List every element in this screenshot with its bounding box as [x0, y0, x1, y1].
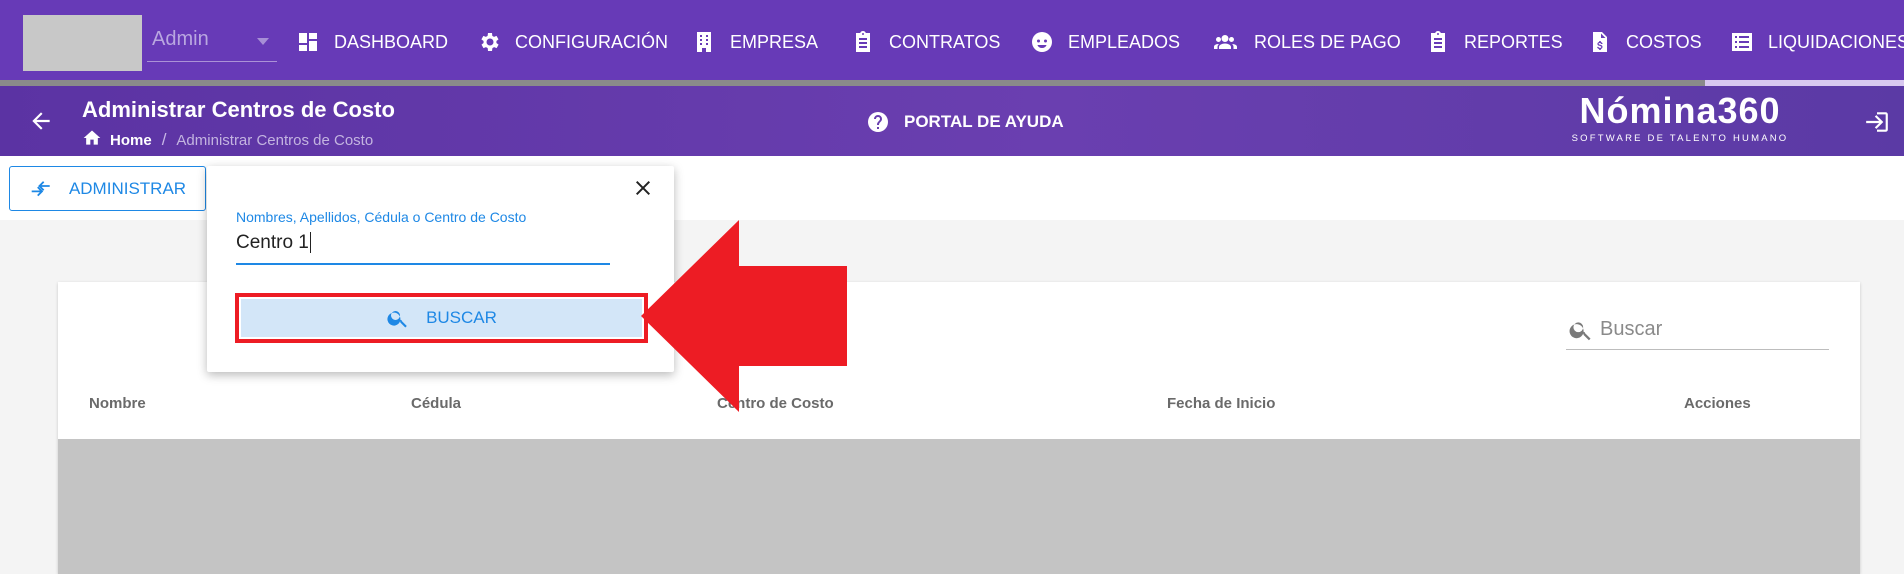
logout-button[interactable] [1864, 109, 1890, 140]
caret-down-icon [257, 38, 269, 45]
user-select[interactable]: Admin [147, 22, 277, 62]
nav-liquidaciones-label: LIQUIDACIONES [1768, 31, 1904, 52]
clipboard-icon [1431, 31, 1445, 52]
brand-logo: Nómina360 SOFTWARE DE TALENTO HUMANO [1565, 90, 1795, 145]
nav-empleados[interactable]: EMPLEADOS [1030, 26, 1180, 58]
breadcrumb-separator: / [161, 130, 167, 149]
search-field-input[interactable]: Centro 1 [236, 232, 311, 254]
home-icon[interactable] [82, 128, 102, 152]
nav-dashboard[interactable]: DASHBOARD [296, 26, 448, 58]
back-button[interactable] [28, 108, 54, 134]
logout-icon [1866, 112, 1888, 132]
nav-dashboard-label: DASHBOARD [334, 31, 449, 52]
brand-name: Nómina360 [1579, 90, 1781, 131]
search-field-value: Centro 1 [236, 232, 309, 253]
nav-configuracion-label: CONFIGURACIÓN [515, 31, 668, 52]
close-icon [636, 181, 650, 195]
nav-costos[interactable]: COSTOS [1588, 26, 1702, 58]
swap-arrows-icon [31, 180, 50, 196]
nav-empleados-label: EMPLEADOS [1068, 31, 1181, 52]
invoice-icon [1593, 32, 1607, 52]
help-portal-label: PORTAL DE AYUDA [904, 112, 1064, 131]
close-popover-button[interactable] [631, 176, 655, 200]
top-navbar: Admin DASHBOARD CONFIGURACIÓN EMPRESA CO… [0, 0, 1904, 86]
buscar-button[interactable]: BUSCAR [241, 299, 642, 337]
help-portal-link[interactable]: PORTAL DE AYUDA [866, 110, 1064, 134]
nav-roles-de-pago-label: ROLES DE PAGO [1254, 31, 1401, 52]
nav-reportes[interactable]: REPORTES [1426, 26, 1563, 58]
gear-icon [481, 33, 499, 51]
list-icon [1732, 33, 1752, 51]
administrar-label: ADMINISTRAR [68, 178, 187, 198]
breadcrumb-home[interactable]: Home [110, 132, 152, 149]
nav-empresa-label: EMPRESA [730, 31, 819, 52]
table-search-placeholder: Buscar [1600, 318, 1663, 340]
column-header-cedula[interactable]: Cédula [411, 395, 461, 412]
arrow-left-icon [32, 112, 50, 130]
text-cursor [309, 232, 311, 254]
column-header-nombre[interactable]: Nombre [89, 395, 146, 412]
brand-tagline: SOFTWARE DE TALENTO HUMANO [1571, 133, 1789, 144]
search-icon [1569, 321, 1591, 340]
buscar-label: BUSCAR [426, 308, 497, 327]
search-field-underline [236, 263, 610, 265]
dashboard-icon [299, 33, 317, 51]
face-icon [1032, 32, 1052, 52]
user-select-value: Admin [152, 28, 209, 50]
search-field-label: Nombres, Apellidos, Cédula o Centro de C… [236, 209, 527, 225]
nav-costos-label: COSTOS [1626, 31, 1702, 52]
search-icon [387, 311, 407, 328]
breadcrumb: Home / Administrar Centros de Costo [82, 128, 373, 152]
nav-contratos-label: CONTRATOS [889, 31, 1001, 52]
page-title: Administrar Centros de Costo [82, 97, 395, 122]
table-body [58, 439, 1860, 574]
red-arrow-annotation [641, 220, 847, 412]
company-logo [23, 15, 142, 71]
nav-contratos[interactable]: CONTRATOS [851, 26, 1000, 58]
nav-liquidaciones[interactable]: LIQUIDACIONES [1730, 26, 1904, 58]
help-icon [868, 112, 888, 132]
breadcrumb-current: Administrar Centros de Costo [176, 131, 374, 149]
administrar-button[interactable]: ADMINISTRAR [9, 166, 206, 211]
clipboard-icon [856, 31, 870, 52]
nav-roles-de-pago[interactable]: ROLES DE PAGO [1210, 26, 1401, 58]
column-header-fecha-de-inicio[interactable]: Fecha de Inicio [1167, 395, 1275, 412]
column-header-acciones: Acciones [1684, 395, 1751, 412]
nav-empresa[interactable]: EMPRESA [692, 26, 818, 58]
nav-reportes-label: REPORTES [1464, 31, 1563, 52]
page-header: Administrar Centros de Costo Home / Admi… [0, 86, 1904, 156]
nav-configuracion[interactable]: CONFIGURACIÓN [477, 26, 668, 58]
building-icon [697, 32, 711, 52]
table-search-input[interactable]: Buscar [1566, 310, 1829, 350]
people-icon [1214, 35, 1237, 49]
